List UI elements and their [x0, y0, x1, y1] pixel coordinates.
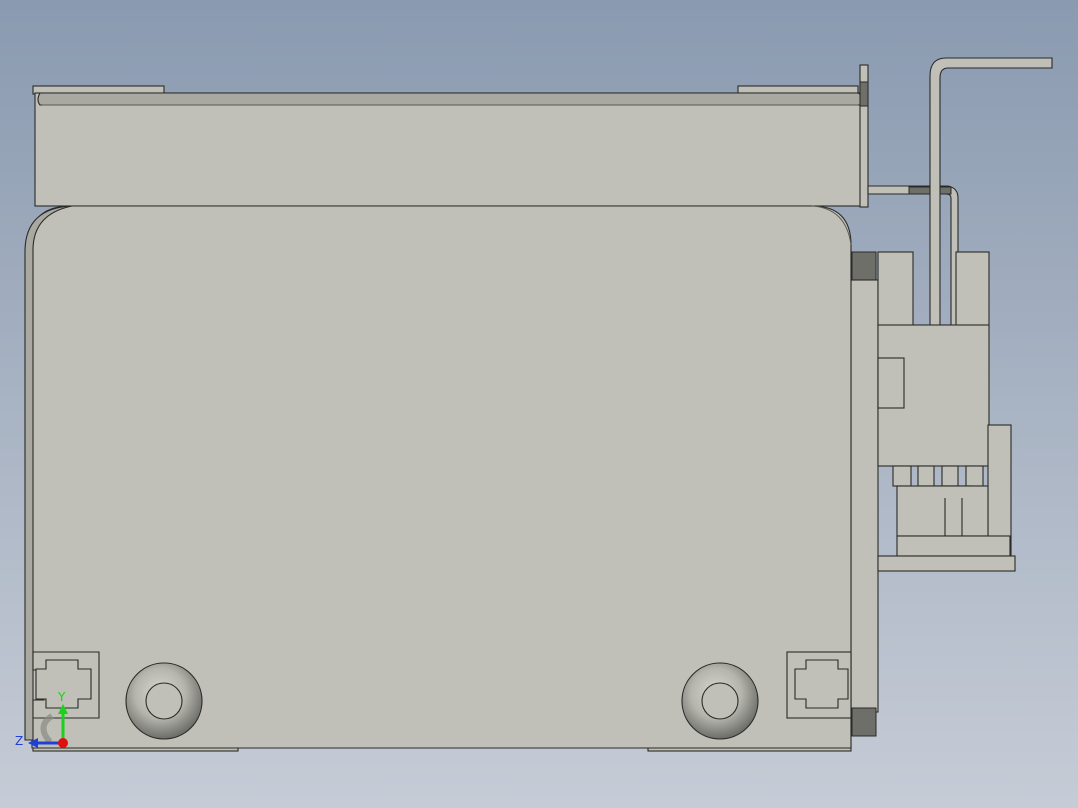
z-axis-label: Z: [15, 734, 23, 748]
y-axis-label: Y: [57, 690, 66, 704]
corner-slot-right: [786, 651, 852, 719]
mounting-hole-right[interactable]: [681, 662, 759, 740]
cad-drawing: Y Z: [0, 0, 1078, 808]
cad-viewport[interactable]: Y Z: [0, 0, 1078, 808]
corner-slot-left: [32, 651, 100, 719]
mounting-hole-left[interactable]: [125, 662, 203, 740]
